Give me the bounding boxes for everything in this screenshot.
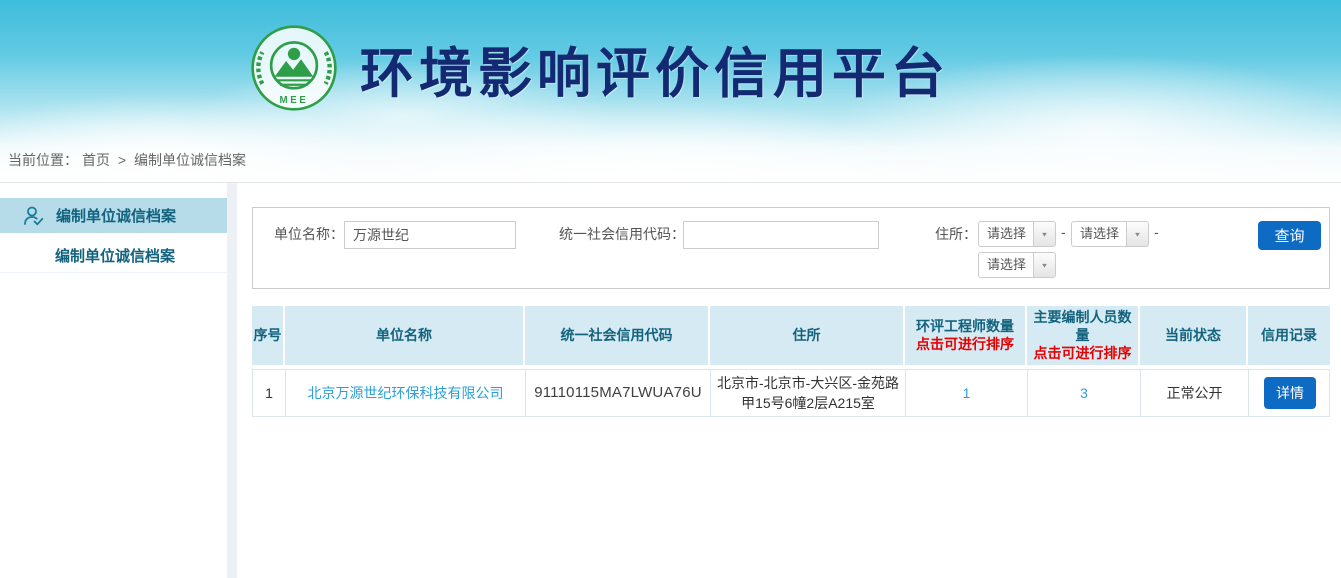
unit-name-input[interactable] bbox=[344, 221, 516, 249]
cell-staff-count: 3 bbox=[1028, 370, 1141, 417]
site-header: MEE 环境影响评价信用平台 当前位置：首页 > 编制单位诚信档案 bbox=[0, 0, 1341, 183]
cell-engineer-count: 1 bbox=[906, 370, 1028, 417]
logo-text: MEE bbox=[280, 95, 309, 106]
sidebar-divider bbox=[227, 183, 237, 578]
breadcrumb-separator: > bbox=[118, 152, 126, 168]
unit-name-label: 单位名称： bbox=[274, 221, 344, 247]
breadcrumb: 当前位置：首页 > 编制单位诚信档案 bbox=[8, 150, 250, 170]
results-table: 序号 单位名称 统一社会信用代码 住所 环评工程师数量 点击可进行排序 bbox=[252, 306, 1330, 417]
mee-logo-icon: MEE bbox=[250, 24, 338, 112]
col-header-address: 住所 bbox=[710, 306, 905, 365]
col-header-credit-code: 统一社会信用代码 bbox=[525, 306, 710, 365]
sort-hint: 点击可进行排序 bbox=[1034, 344, 1132, 362]
col-header-engineer-count-sortable[interactable]: 环评工程师数量 点击可进行排序 bbox=[905, 306, 1027, 365]
province-select-value: 请选择 bbox=[979, 222, 1033, 246]
sort-hint: 点击可进行排序 bbox=[916, 335, 1014, 353]
chevron-down-icon[interactable] bbox=[1033, 222, 1055, 246]
main-content: 单位名称： 统一社会信用代码： 住所： 请选择 - 请选择 - 请选择 bbox=[237, 183, 1341, 578]
user-check-icon bbox=[22, 204, 46, 228]
sidebar-item-label: 编制单位诚信档案 bbox=[56, 205, 176, 226]
district-select-value: 请选择 bbox=[979, 253, 1033, 277]
col-header-index: 序号 bbox=[252, 306, 285, 365]
col-header-staff-count-sortable[interactable]: 主要编制人员数量 点击可进行排序 bbox=[1027, 306, 1140, 365]
cell-address: 北京市-北京市-大兴区-金苑路甲15号6幢2层A215室 bbox=[711, 370, 906, 417]
col-header-status: 当前状态 bbox=[1140, 306, 1248, 365]
address-dash: - bbox=[1061, 224, 1066, 240]
site-title: 环境影响评价信用平台 bbox=[360, 29, 950, 108]
province-select[interactable]: 请选择 bbox=[978, 221, 1056, 247]
breadcrumb-prefix: 当前位置： bbox=[8, 152, 78, 168]
city-select-value: 请选择 bbox=[1072, 222, 1126, 246]
cell-status: 正常公开 bbox=[1141, 370, 1249, 417]
city-select[interactable]: 请选择 bbox=[1071, 221, 1149, 247]
chevron-down-icon[interactable] bbox=[1033, 253, 1055, 277]
sidebar: 编制单位诚信档案 编制单位诚信档案 bbox=[0, 183, 227, 578]
search-form: 单位名称： 统一社会信用代码： 住所： 请选择 - 请选择 - 请选择 bbox=[252, 207, 1330, 289]
col-header-unit-name: 单位名称 bbox=[285, 306, 525, 365]
cell-index: 1 bbox=[253, 370, 286, 417]
address-dash: - bbox=[1154, 224, 1159, 240]
staff-count-link[interactable]: 3 bbox=[1080, 383, 1088, 403]
chevron-down-icon[interactable] bbox=[1126, 222, 1148, 246]
sidebar-subitem-label: 编制单位诚信档案 bbox=[55, 248, 175, 265]
sidebar-subitem-unit-credit-archive[interactable]: 编制单位诚信档案 bbox=[0, 240, 227, 273]
sidebar-item-unit-credit-archive[interactable]: 编制单位诚信档案 bbox=[0, 198, 227, 233]
page: MEE 环境影响评价信用平台 当前位置：首页 > 编制单位诚信档案 编制单位诚信… bbox=[0, 0, 1341, 578]
cell-credit-record: 详情 bbox=[1249, 370, 1331, 417]
query-button[interactable]: 查询 bbox=[1258, 221, 1321, 250]
credit-code-label: 统一社会信用代码： bbox=[559, 221, 685, 247]
col-header-credit-record: 信用记录 bbox=[1248, 306, 1330, 365]
address-label: 住所： bbox=[935, 221, 977, 247]
unit-name-link[interactable]: 北京万源世纪环保科技有限公司 bbox=[308, 383, 504, 403]
breadcrumb-current: 编制单位诚信档案 bbox=[134, 152, 246, 168]
district-select[interactable]: 请选择 bbox=[978, 252, 1056, 278]
breadcrumb-home-link[interactable]: 首页 bbox=[82, 152, 110, 168]
detail-button[interactable]: 详情 bbox=[1264, 377, 1316, 409]
engineer-count-link[interactable]: 1 bbox=[963, 383, 971, 403]
table-header-row: 序号 单位名称 统一社会信用代码 住所 环评工程师数量 点击可进行排序 bbox=[252, 306, 1330, 365]
table-row: 1 北京万源世纪环保科技有限公司 91110115MA7LWUA76U 北京市-… bbox=[252, 369, 1330, 418]
page-body: 编制单位诚信档案 编制单位诚信档案 单位名称： 统一社会信用代码： 住所： 请选… bbox=[0, 183, 1341, 578]
cell-credit-code: 91110115MA7LWUA76U bbox=[526, 370, 711, 417]
credit-code-input[interactable] bbox=[683, 221, 879, 249]
brand: MEE 环境影响评价信用平台 bbox=[250, 24, 950, 112]
cell-unit-name: 北京万源世纪环保科技有限公司 bbox=[286, 370, 526, 417]
